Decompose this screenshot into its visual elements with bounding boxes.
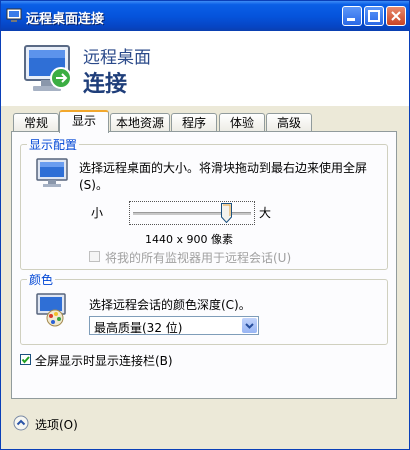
display-config-title: 显示配置 [27, 136, 80, 153]
maximize-icon [368, 10, 380, 22]
header-title-line1: 远程桌面 [83, 48, 151, 68]
tab-display[interactable]: 显示 [59, 110, 109, 133]
options-label: 选项(O) [35, 418, 78, 432]
maximize-button[interactable] [364, 6, 384, 26]
slider-thumb[interactable] [221, 203, 232, 223]
display-tab-panel: 显示配置 选择远程桌面的大小。将滑块拖动到最右边来使用全屏(S)。 小 大 14… [11, 131, 397, 399]
color-depth-select[interactable]: 最高质量(32 位) [89, 316, 259, 335]
display-monitor-icon [36, 158, 68, 187]
color-palette-icon [36, 293, 66, 327]
resolution-value: 1440 x 900 像素 [145, 233, 233, 246]
slider-max-label: 大 [259, 206, 272, 220]
tab-local-resources[interactable]: 本地资源 [110, 113, 170, 132]
all-monitors-label: 将我的所有监视器用于远程会话(U) [105, 251, 292, 265]
remote-desktop-icon [6, 8, 22, 22]
chevron-down-icon [245, 323, 254, 329]
tab-experience[interactable]: 体验 [219, 113, 265, 132]
minimize-button[interactable] [342, 6, 362, 26]
tab-programs[interactable]: 程序 [171, 113, 217, 132]
minimize-icon [347, 18, 355, 21]
resolution-slider[interactable] [129, 201, 255, 225]
all-monitors-checkbox[interactable] [89, 251, 100, 262]
display-config-group: 显示配置 选择远程桌面的大小。将滑块拖动到最右边来使用全屏(S)。 小 大 14… [20, 136, 388, 270]
window-title: 远程桌面连接 [26, 12, 105, 27]
tab-general[interactable]: 常规 [13, 113, 59, 132]
header-banner: 远程桌面 连接 [1, 31, 409, 106]
slider-min-label: 小 [91, 206, 104, 220]
remote-desktop-window: 远程桌面连接 远程桌面 连接 常规 显示 本地资源 程序 体验 高级 显示配置 … [0, 0, 410, 450]
slider-track [133, 212, 251, 215]
connection-bar-checkbox[interactable] [20, 354, 31, 365]
color-depth-value: 最高质量(32 位) [94, 321, 183, 335]
monitor-connection-icon [24, 45, 72, 91]
close-button[interactable] [386, 6, 406, 26]
dropdown-button[interactable] [242, 318, 257, 333]
display-size-description: 选择远程桌面的大小。将滑块拖动到最右边来使用全屏(S)。 [79, 161, 368, 192]
chevron-up-circle-icon[interactable] [13, 415, 29, 431]
header-title-line2: 连接 [83, 72, 128, 97]
color-depth-description: 选择远程会话的颜色深度(C)。 [89, 298, 251, 312]
tab-advanced[interactable]: 高级 [266, 113, 312, 132]
checkmark-icon [21, 356, 30, 364]
colors-title: 颜色 [27, 271, 56, 288]
close-icon [391, 11, 401, 21]
connection-bar-label: 全屏显示时显示连接栏(B) [35, 354, 173, 368]
colors-group: 颜色 选择远程会话的颜色深度(C)。 最高质量(32 位) [20, 271, 388, 345]
title-bar[interactable]: 远程桌面连接 [1, 1, 409, 31]
